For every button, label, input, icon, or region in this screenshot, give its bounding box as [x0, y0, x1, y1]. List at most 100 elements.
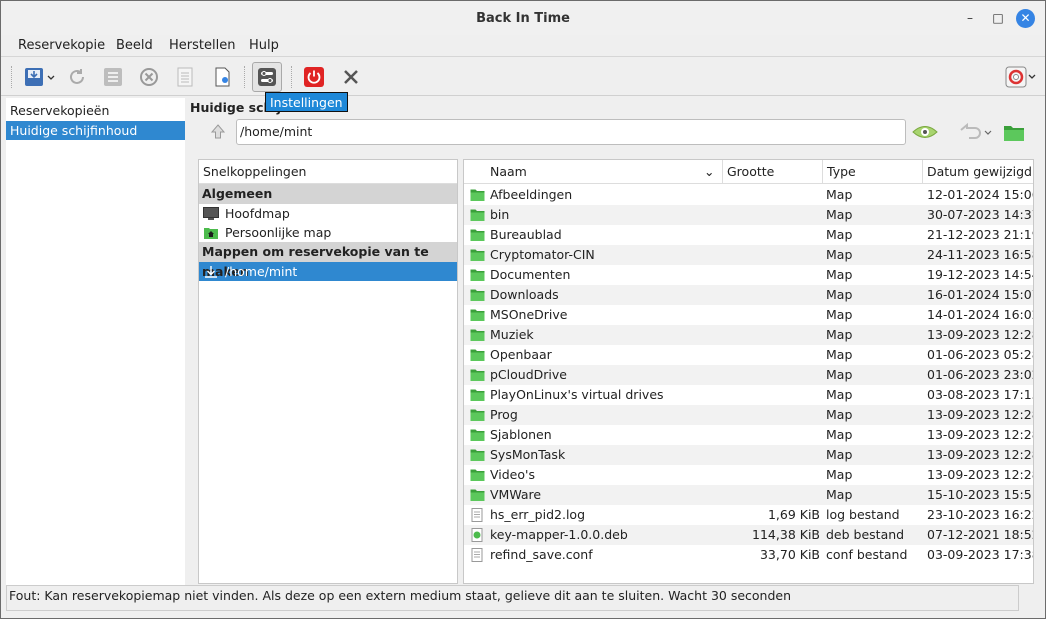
file-row[interactable]: Video's Map 13-09-2023 12:28: [464, 465, 1033, 485]
close-window-button[interactable]: ✕: [1016, 9, 1035, 28]
settings-toggles-icon: [258, 68, 276, 86]
file-name: refind_save.conf: [490, 547, 593, 562]
settings-button[interactable]: [252, 62, 282, 92]
menu-reservekopie[interactable]: Reservekopie: [18, 38, 105, 53]
file-date: 12-01-2024 15:06: [927, 187, 1034, 202]
minimize-button[interactable]: –: [961, 9, 979, 27]
show-hidden-button[interactable]: [911, 121, 939, 143]
maximize-button[interactable]: □: [989, 9, 1007, 27]
column-header-size[interactable]: Grootte: [723, 160, 823, 184]
column-header-type[interactable]: Type: [823, 160, 923, 184]
shortcut-label: Hoofdmap: [225, 206, 290, 221]
file-name: hs_err_pid2.log: [490, 507, 586, 522]
path-bar: /home/mint: [206, 119, 1036, 149]
file-date: 15-10-2023 15:51: [927, 487, 1034, 502]
view-last-log-button[interactable]: [209, 64, 235, 90]
file-row[interactable]: Openbaar Map 01-06-2023 05:28: [464, 345, 1033, 365]
folder-icon: [470, 328, 485, 342]
folder-up-button[interactable]: [206, 121, 230, 143]
file-row[interactable]: pCloudDrive Map 01-06-2023 23:02: [464, 365, 1034, 385]
undo-arrow-icon: [960, 122, 992, 139]
green-folder-icon: [1004, 126, 1024, 141]
file-name: Bureaublad: [490, 227, 562, 242]
folder-icon: [470, 448, 485, 462]
file-row[interactable]: Sjablonen Map 13-09-2023 12:28: [464, 425, 1033, 445]
file-name: key-mapper-1.0.0.deb: [490, 527, 628, 542]
left-item-snapshots[interactable]: Reservekopieën: [6, 101, 185, 120]
download-icon: [203, 265, 219, 279]
file-row[interactable]: SysMonTask Map 13-09-2023 12:28: [464, 445, 1033, 465]
text-file-icon: [470, 508, 485, 522]
toolbar-separator: [291, 66, 292, 88]
cancel-circle-icon: [140, 68, 158, 86]
left-item-current-disk[interactable]: Huidige schijfinhoud: [6, 121, 185, 140]
folder-icon: [470, 488, 485, 502]
shortcut-label: Persoonlijke map: [225, 225, 332, 240]
file-type: Map: [826, 367, 853, 382]
file-row[interactable]: Cryptomator-CIN Map 24-11-2023 16:58: [464, 245, 1033, 265]
file-row[interactable]: Prog Map 13-09-2023 12:28: [464, 405, 1034, 425]
file-name: Sjablonen: [490, 427, 552, 442]
file-size: [726, 205, 820, 225]
file-row[interactable]: bin Map 30-07-2023 14:37: [464, 205, 1033, 225]
help-menu-button[interactable]: [1005, 64, 1037, 90]
view-log-button[interactable]: [172, 64, 198, 90]
file-type: Map: [826, 247, 853, 262]
shutdown-button[interactable]: [301, 64, 327, 90]
file-row[interactable]: Documenten Map 19-12-2023 14:54: [464, 265, 1033, 285]
file-date: 13-09-2023 12:28: [927, 407, 1034, 422]
path-input[interactable]: /home/mint: [236, 119, 906, 145]
file-date: 14-01-2024 16:02: [927, 307, 1034, 322]
remove-snapshot-button[interactable]: [136, 64, 162, 90]
snapshot-name-button[interactable]: [100, 64, 126, 90]
file-row[interactable]: hs_err_pid2.log 1,69 KiB log bestand 23-10-…: [464, 505, 1033, 525]
close-x-icon: [344, 70, 358, 84]
restore-button[interactable]: [958, 121, 994, 143]
file-size: [726, 225, 820, 245]
take-snapshot-button[interactable]: [21, 64, 57, 90]
shortcut-item-backup-folder[interactable]: /home/mint: [199, 262, 457, 281]
title-bar: Back In Time – □ ✕: [1, 1, 1045, 35]
document-add-icon: [215, 67, 230, 87]
column-name-label: Naam: [490, 164, 527, 179]
file-row[interactable]: Afbeeldingen Map 12-01-2024 15:06: [464, 185, 1034, 205]
file-name: Afbeeldingen: [490, 187, 573, 202]
file-date: 03-08-2023 17:15: [927, 387, 1034, 402]
menu-herstellen[interactable]: Herstellen: [169, 38, 235, 53]
file-row[interactable]: key-mapper-1.0.0.deb 114,38 KiB deb bestan…: [464, 525, 1033, 545]
file-type: Map: [826, 487, 853, 502]
file-row[interactable]: Muziek Map 13-09-2023 12:28: [464, 325, 1033, 345]
file-date: 03-09-2023 17:38: [927, 547, 1034, 562]
menu-hulp[interactable]: Hulp: [249, 38, 279, 53]
file-row[interactable]: Bureaublad Map 21-12-2023 21:19: [464, 225, 1033, 245]
file-type: Map: [826, 347, 853, 362]
column-header-name[interactable]: Naam ⌄: [464, 160, 723, 184]
file-type: Map: [826, 427, 853, 442]
file-size: [726, 345, 820, 365]
file-size: [726, 245, 820, 265]
shortcut-item-root[interactable]: Hoofdmap: [199, 204, 457, 223]
column-header-date[interactable]: Datum gewijzigd: [923, 160, 1033, 184]
home-folder-icon: [203, 226, 219, 240]
file-name: SysMonTask: [490, 447, 566, 462]
file-list-header: Naam ⌄ Grootte Type Datum gewijzigd: [464, 160, 1033, 184]
file-size: [726, 365, 820, 385]
file-date: 01-06-2023 23:02: [927, 367, 1034, 382]
file-type: Map: [826, 327, 853, 342]
menu-beeld[interactable]: Beeld: [116, 38, 153, 53]
toolbar-grip: [11, 66, 12, 88]
open-folder-button[interactable]: [1002, 121, 1026, 143]
quit-button[interactable]: [338, 64, 364, 90]
file-row[interactable]: refind_save.conf 33,70 KiB conf bestand 03-…: [464, 545, 1034, 565]
file-row[interactable]: MSOneDrive Map 14-01-2024 16:02: [464, 305, 1034, 325]
file-size: [726, 285, 820, 305]
refresh-button[interactable]: [64, 64, 90, 90]
file-row[interactable]: Downloads Map 16-01-2024 15:07: [464, 285, 1033, 305]
file-row[interactable]: PlayOnLinux's virtual drives Map 03-08-202…: [464, 385, 1034, 405]
eye-icon: [912, 126, 938, 138]
refresh-icon: [70, 69, 84, 84]
file-row[interactable]: VMWare Map 15-10-2023 15:51: [464, 485, 1034, 505]
shortcut-item-home[interactable]: Persoonlijke map: [199, 223, 457, 242]
file-type: Map: [826, 447, 853, 462]
shortcuts-header[interactable]: Snelkoppelingen: [199, 160, 457, 184]
